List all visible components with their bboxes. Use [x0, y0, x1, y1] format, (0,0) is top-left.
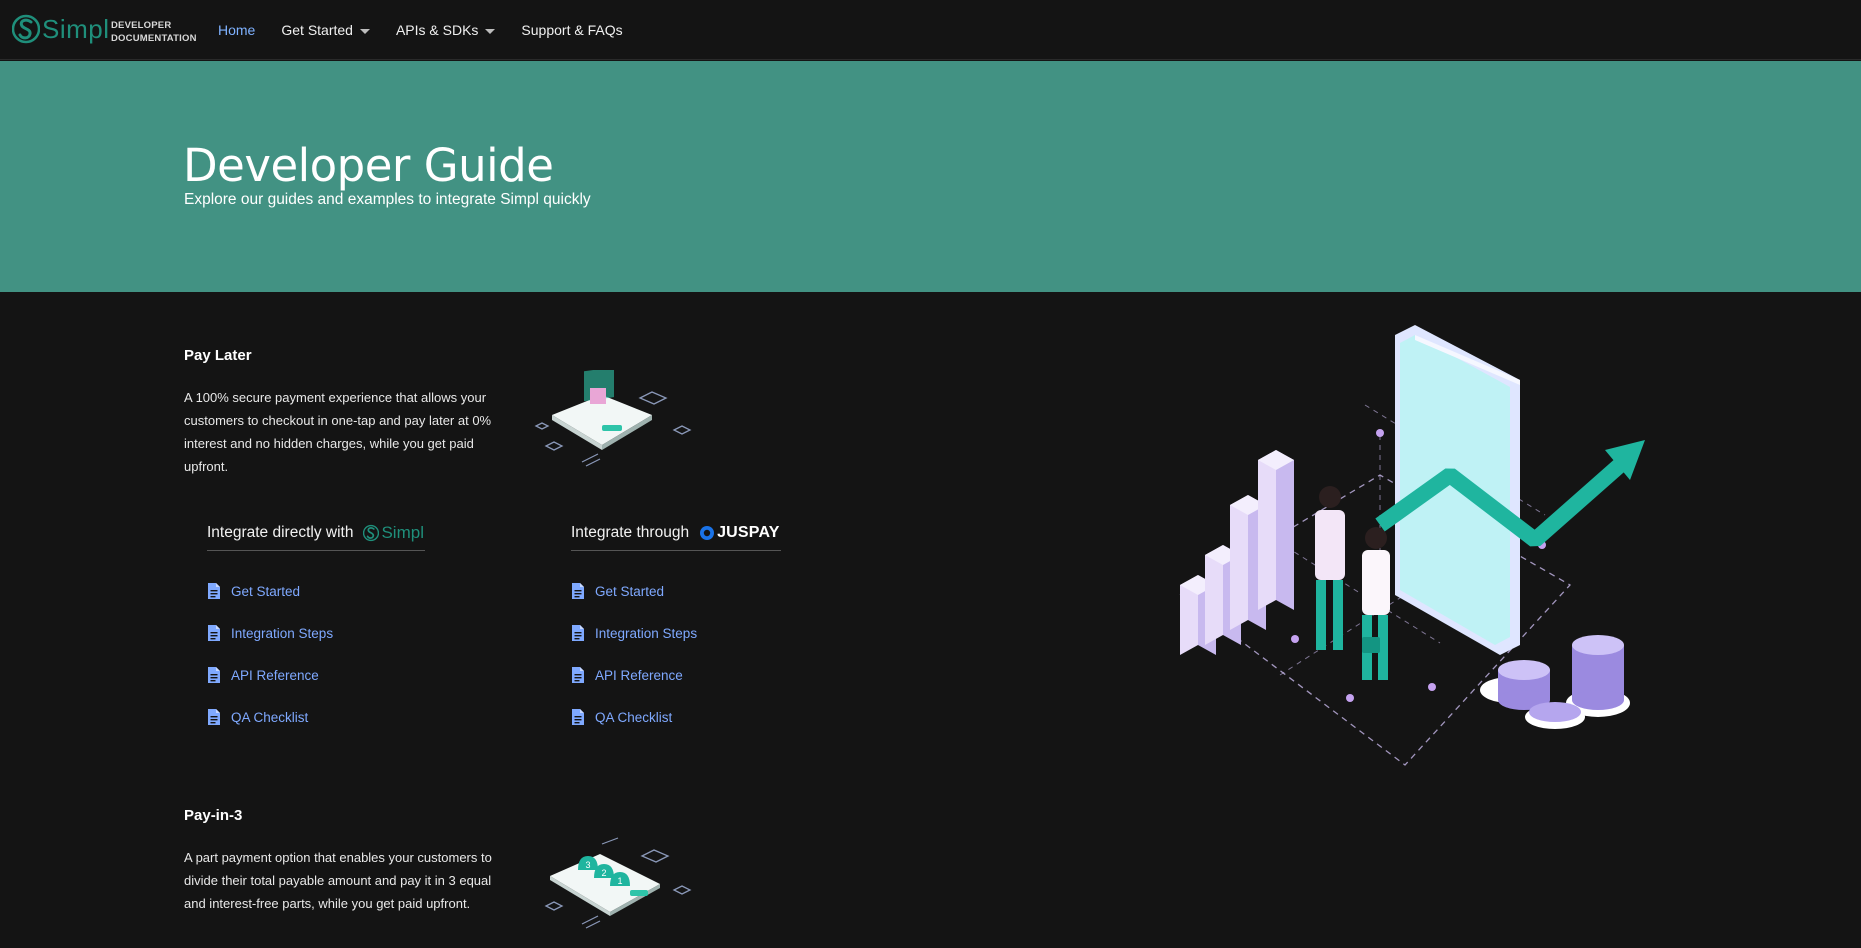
direct-link-get-started[interactable]: Get Started	[207, 570, 333, 612]
integrate-through-card: Integrate through JUSPAY Get Started Int…	[548, 496, 838, 758]
pay-in-3-step-1: 1	[617, 876, 622, 886]
integrate-direct-card: Integrate directly with Simpl Get Starte…	[184, 496, 474, 758]
brand-subtitle-line2: DOCUMENTATION	[111, 33, 197, 44]
integrate-direct-links: Get Started Integration Steps API Refere…	[207, 570, 333, 738]
brand-wordmark: Simpl	[42, 13, 110, 44]
main-nav: Home Get Started APIs & SDKs Support & F…	[218, 22, 623, 38]
through-link-get-started-label: Get Started	[595, 583, 665, 599]
pay-later-description: A 100% secure payment experience that al…	[184, 390, 492, 474]
pay-in-3-description: A part payment option that enables your …	[184, 850, 492, 911]
page-title: Developer Guide	[183, 139, 554, 192]
through-link-api-reference[interactable]: API Reference	[571, 654, 697, 696]
brand-subtitle-line1: DEVELOPER	[111, 20, 172, 31]
direct-link-api-reference-label: API Reference	[231, 667, 319, 683]
direct-link-get-started-label: Get Started	[231, 583, 301, 599]
juspay-logo-icon	[700, 526, 715, 540]
through-link-integration-steps-label: Integration Steps	[595, 625, 698, 641]
document-icon	[572, 625, 584, 641]
pay-in-3-step-3: 3	[585, 860, 590, 870]
through-link-qa-checklist-label: QA Checklist	[595, 709, 673, 725]
through-link-qa-checklist[interactable]: QA Checklist	[571, 696, 697, 738]
direct-link-integration-steps[interactable]: Integration Steps	[207, 612, 333, 654]
integrate-through-label: Integrate through	[571, 524, 690, 541]
juspay-logo: JUSPAY	[699, 524, 780, 542]
pay-in-3-step-2: 2	[601, 868, 606, 878]
through-link-get-started[interactable]: Get Started	[571, 570, 697, 612]
nav-support-faqs-label: Support & FAQs	[521, 22, 623, 38]
through-link-api-reference-label: API Reference	[595, 667, 683, 683]
pay-in-3-title: Pay-in-3	[184, 807, 243, 824]
nav-apis-sdks[interactable]: APIs & SDKs	[395, 22, 496, 38]
nav-get-started[interactable]: Get Started	[281, 22, 370, 38]
brand-logo[interactable]: Simpl	[12, 12, 110, 46]
chevron-down-icon	[359, 28, 370, 34]
juspay-logo-text: JUSPAY	[717, 524, 780, 541]
document-icon	[208, 667, 220, 683]
nav-get-started-label: Get Started	[281, 22, 353, 38]
simpl-logo-text: Simpl	[381, 523, 424, 542]
direct-link-integration-steps-label: Integration Steps	[231, 625, 334, 641]
direct-link-api-reference[interactable]: API Reference	[207, 654, 333, 696]
document-icon	[572, 709, 584, 725]
simpl-logo-icon	[12, 14, 40, 44]
direct-link-qa-checklist[interactable]: QA Checklist	[207, 696, 333, 738]
integrate-through-heading: Integrate through JUSPAY	[571, 516, 781, 551]
simpl-logo-icon	[363, 524, 380, 542]
integrate-direct-label: Integrate directly with	[207, 524, 354, 541]
pay-later-title: Pay Later	[184, 347, 252, 364]
chevron-down-icon	[485, 28, 496, 34]
simpl-logo: Simpl	[363, 523, 424, 543]
direct-link-qa-checklist-label: QA Checklist	[231, 709, 309, 725]
brand-subtitle: DEVELOPER DOCUMENTATION	[111, 19, 197, 45]
page-subtitle: Explore our guides and examples to integ…	[184, 191, 591, 208]
nav-support-faqs[interactable]: Support & FAQs	[521, 22, 622, 38]
pay-in-3-illustration: 3 2 1	[544, 837, 692, 929]
integrate-through-links: Get Started Integration Steps API Refere…	[571, 570, 697, 738]
document-icon	[572, 583, 584, 599]
document-icon	[572, 667, 584, 683]
through-link-integration-steps[interactable]: Integration Steps	[571, 612, 697, 654]
document-icon	[208, 625, 220, 641]
nav-apis-sdks-label: APIs & SDKs	[395, 22, 479, 38]
nav-home-label: Home	[218, 22, 256, 38]
nav-home[interactable]: Home	[218, 22, 255, 38]
integrate-direct-heading: Integrate directly with Simpl	[207, 516, 425, 551]
top-navbar: Simpl DEVELOPER DOCUMENTATION Home Get S…	[0, 0, 1861, 60]
hero-banner: Developer Guide Explore our guides and e…	[0, 61, 1861, 292]
document-icon	[208, 709, 220, 725]
document-icon	[208, 583, 220, 599]
business-growth-illustration	[1178, 325, 1645, 766]
pay-later-illustration	[534, 370, 692, 467]
